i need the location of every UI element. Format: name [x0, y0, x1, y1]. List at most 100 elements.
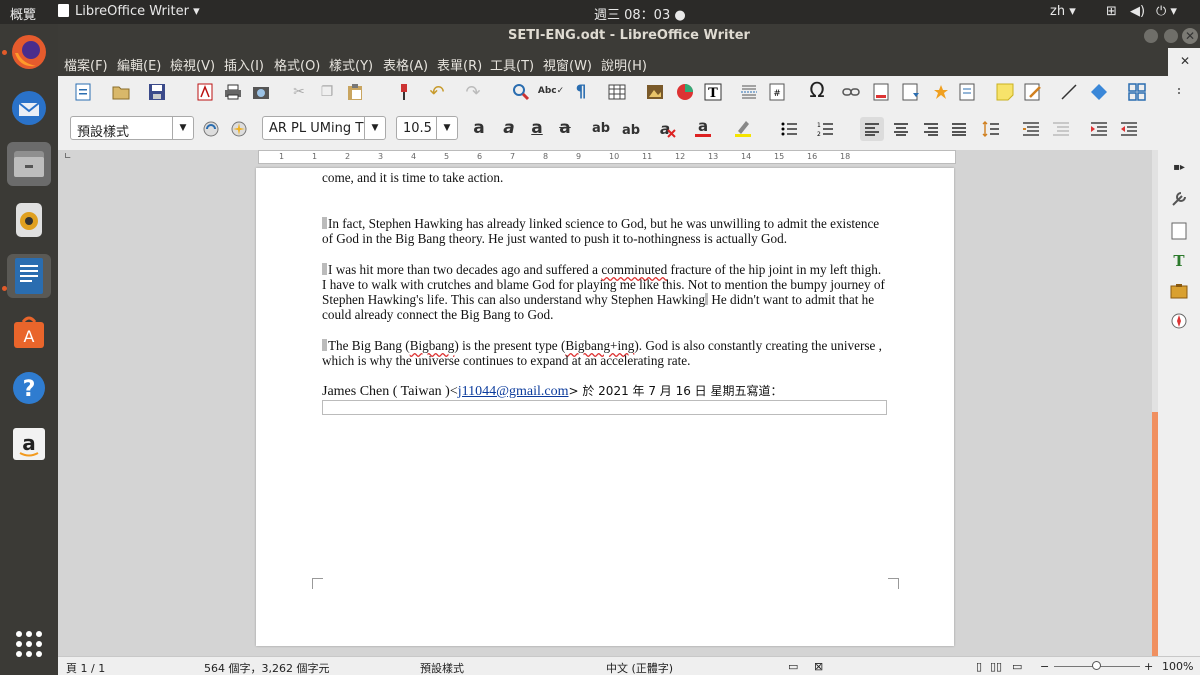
rhythmbox-icon[interactable]	[7, 198, 51, 242]
activities-button[interactable]: 概覽	[10, 4, 36, 23]
misspelled-word[interactable]: comminuted	[601, 262, 667, 277]
draw-functions-icon[interactable]	[1126, 81, 1148, 103]
spelling-icon[interactable]: Abc✓	[538, 80, 564, 102]
help-icon[interactable]: ?	[7, 366, 51, 410]
paragraph-style-combo[interactable]: 預設樣式 ▼	[70, 116, 194, 140]
cut-icon[interactable]: ✂	[288, 81, 310, 103]
zoom-level[interactable]: 100%	[1162, 660, 1193, 673]
document-modified-icon[interactable]: ⊠	[814, 660, 823, 673]
paragraph[interactable]: In fact, Stephen Hawking has already lin…	[322, 216, 887, 246]
thunderbird-icon[interactable]	[7, 86, 51, 130]
align-left-icon[interactable]	[860, 117, 884, 141]
menu-view[interactable]: 檢視(V)	[170, 55, 215, 74]
window-titlebar[interactable]: SETI-ENG.odt - LibreOffice Writer ✕	[58, 24, 1200, 48]
text-language[interactable]: 中文 (正體字)	[606, 660, 673, 675]
show-applications-icon[interactable]	[7, 622, 51, 666]
clone-formatting-icon[interactable]	[393, 81, 415, 103]
track-changes-icon[interactable]	[1022, 81, 1044, 103]
insert-mode-icon[interactable]: ▭	[788, 660, 798, 673]
maximize-button[interactable]	[1164, 29, 1178, 43]
numbered-list-icon[interactable]: 12	[814, 118, 836, 140]
network-icon[interactable]: ⊞	[1106, 4, 1117, 19]
basic-shapes-icon[interactable]	[1088, 81, 1110, 103]
paragraph[interactable]: come, and it is time to take action.	[322, 170, 887, 185]
copy-icon[interactable]: ❐	[316, 81, 338, 103]
insert-chart-icon[interactable]	[674, 81, 696, 103]
menu-table[interactable]: 表格(A)	[383, 55, 428, 74]
sidebar-menu-icon[interactable]: ▪︎▸	[1168, 156, 1190, 178]
paragraph[interactable]: I was hit more than two decades ago and …	[322, 262, 887, 322]
word-count[interactable]: 564 個字，3,262 個字元	[204, 660, 329, 675]
volume-icon[interactable]: ◀)	[1130, 4, 1145, 19]
paste-icon[interactable]	[344, 81, 366, 103]
save-icon[interactable]	[146, 81, 168, 103]
print-icon[interactable]	[222, 81, 244, 103]
zoom-out-icon[interactable]: −	[1040, 660, 1049, 673]
page-style[interactable]: 預設樣式	[420, 660, 464, 675]
misspelled-word[interactable]: Bigbang	[410, 338, 455, 353]
software-center-icon[interactable]: A	[7, 310, 51, 354]
gallery-icon[interactable]	[1168, 280, 1190, 302]
increase-paragraph-spacing-icon[interactable]	[1020, 118, 1042, 140]
font-color-icon[interactable]: a	[692, 117, 714, 139]
align-right-icon[interactable]	[920, 118, 942, 140]
line-spacing-icon[interactable]	[980, 118, 1002, 140]
menu-edit[interactable]: 編輯(E)	[117, 55, 161, 74]
menu-file[interactable]: 檔案(F)	[64, 55, 108, 74]
bold-icon[interactable]: a	[468, 117, 490, 139]
underline-icon[interactable]: a	[526, 117, 548, 139]
table-cell[interactable]	[322, 400, 887, 415]
justify-icon[interactable]	[948, 118, 970, 140]
insert-line-icon[interactable]	[1058, 81, 1080, 103]
align-center-icon[interactable]	[890, 118, 912, 140]
redo-icon[interactable]: ↷	[462, 81, 484, 103]
document-page[interactable]: come, and it is time to take action. In …	[256, 168, 954, 646]
zoom-in-icon[interactable]: +	[1144, 660, 1153, 673]
new-document-icon[interactable]	[72, 81, 94, 103]
decrease-paragraph-spacing-icon[interactable]	[1050, 118, 1072, 140]
single-page-view-icon[interactable]: ▯	[976, 660, 982, 673]
menu-insert[interactable]: 插入(I)	[224, 55, 264, 74]
chevron-down-icon[interactable]: ▼	[172, 117, 193, 139]
open-folder-icon[interactable]	[110, 81, 132, 103]
formatting-marks-icon[interactable]: ¶	[570, 81, 592, 103]
toolbar-overflow[interactable]	[1178, 88, 1180, 90]
insert-bookmark-icon[interactable]	[930, 81, 952, 103]
update-style-icon[interactable]	[200, 118, 222, 140]
language-indicator[interactable]: zh ▾	[1050, 4, 1076, 19]
app-menu[interactable]: LibreOffice Writer ▾	[58, 4, 200, 19]
menu-format[interactable]: 格式(O)	[274, 55, 320, 74]
menu-form[interactable]: 表單(R)	[437, 55, 482, 74]
insert-endnote-icon[interactable]	[900, 81, 922, 103]
page-count[interactable]: 頁 1 / 1	[66, 660, 105, 675]
chevron-down-icon[interactable]: ▼	[364, 117, 385, 139]
insert-field-icon[interactable]: #	[766, 81, 788, 103]
insert-hyperlink-icon[interactable]	[840, 81, 862, 103]
misspelled-word[interactable]: Bigbang+ing	[565, 338, 634, 353]
multi-page-view-icon[interactable]: ▯▯	[990, 660, 1002, 673]
strikethrough-icon[interactable]: a	[554, 117, 576, 139]
insert-page-break-icon[interactable]	[738, 81, 760, 103]
toolbar-overflow[interactable]	[1178, 92, 1180, 94]
amazon-icon[interactable]: a	[7, 422, 51, 466]
export-pdf-icon[interactable]	[194, 81, 216, 103]
power-icon[interactable]: ⏻ ▾	[1156, 4, 1177, 19]
email-link[interactable]: j11044@gmail.com	[458, 384, 569, 399]
insert-cross-reference-icon[interactable]	[956, 81, 978, 103]
undo-icon[interactable]: ↶	[426, 81, 448, 103]
styles-icon[interactable]: T	[1168, 250, 1190, 272]
menu-tools[interactable]: 工具(T)	[490, 55, 534, 74]
book-view-icon[interactable]: ▭	[1012, 660, 1022, 673]
menu-help[interactable]: 說明(H)	[601, 55, 647, 74]
new-style-icon[interactable]	[228, 118, 250, 140]
close-button[interactable]: ✕	[1182, 28, 1198, 44]
insert-comment-icon[interactable]	[994, 81, 1016, 103]
properties-icon[interactable]	[1168, 188, 1190, 210]
files-icon[interactable]	[7, 142, 51, 186]
clock[interactable]: 週三 08：03 ●	[594, 4, 686, 23]
signature-line[interactable]: James Chen ( Taiwan )<j11044@gmail.com> …	[322, 384, 887, 399]
insert-table-icon[interactable]	[606, 81, 628, 103]
bullet-list-icon[interactable]	[778, 118, 800, 140]
page-icon[interactable]	[1168, 220, 1190, 242]
font-size-combo[interactable]: 10.5 ▼	[396, 116, 458, 140]
